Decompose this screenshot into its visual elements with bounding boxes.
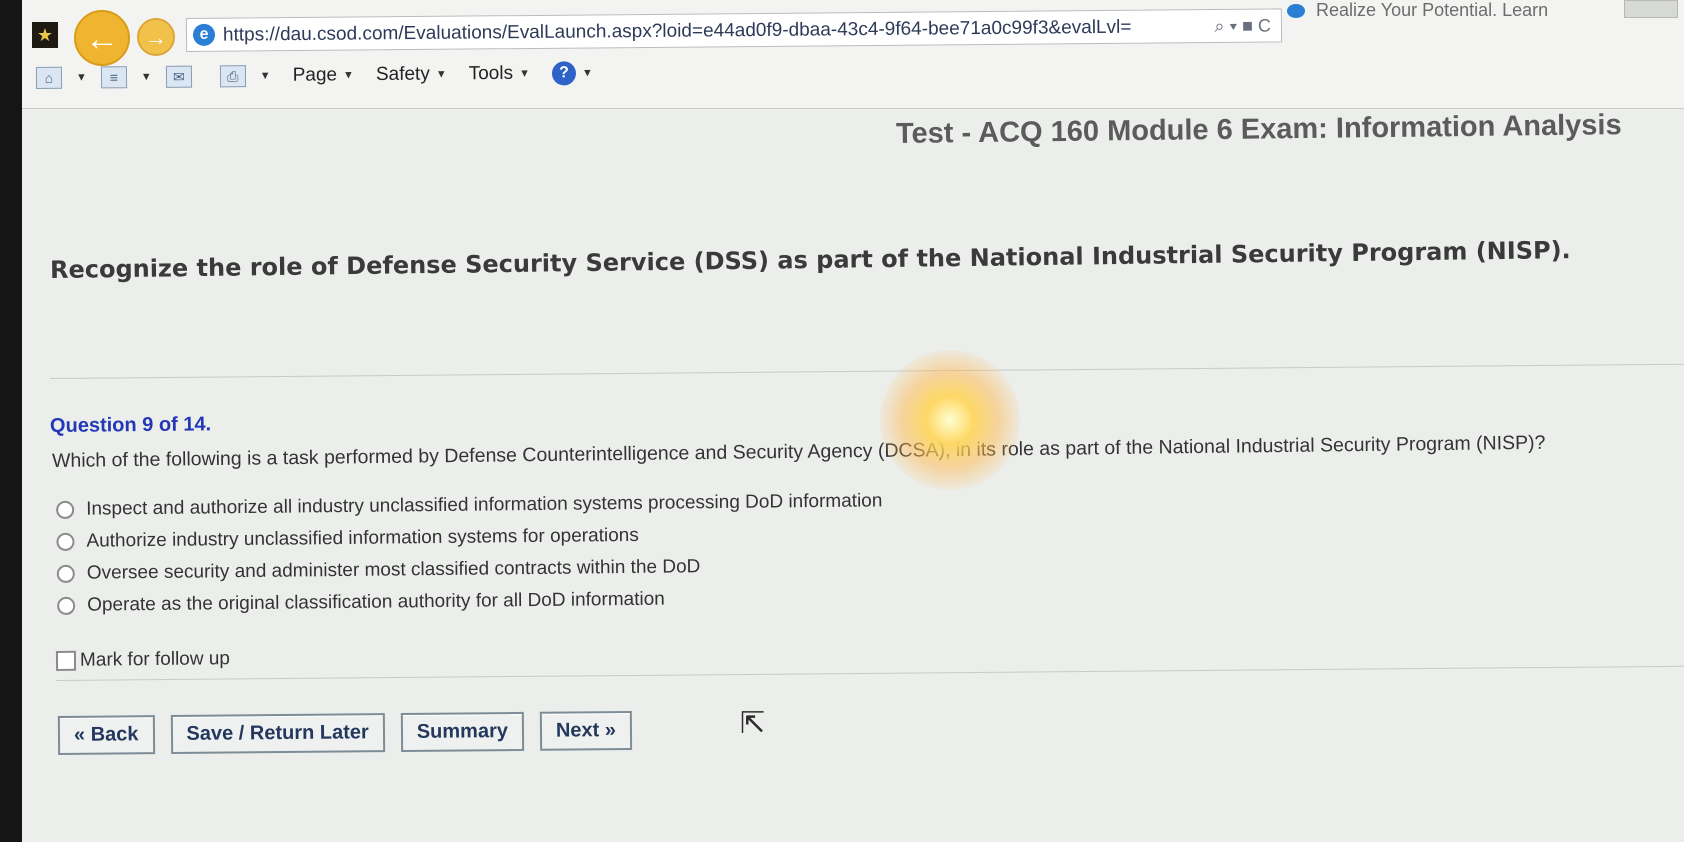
answer-label[interactable]: Inspect and authorize all industry uncla…: [86, 490, 882, 520]
tools-menu-label[interactable]: Tools: [469, 63, 514, 85]
help-icon[interactable]: ?: [551, 61, 577, 86]
tab-ie-icon: [1287, 4, 1305, 19]
print-icon[interactable]: ⎙: [219, 65, 246, 88]
page-title: Test - ACQ 160 Module 6 Exam: Informatio…: [895, 109, 1622, 150]
summary-button[interactable]: Summary: [400, 711, 525, 753]
answer-label[interactable]: Operate as the original classification a…: [87, 589, 665, 617]
question-number: Question 9 of 14.: [49, 413, 212, 437]
answer-label[interactable]: Authorize industry unclassified informat…: [86, 525, 639, 553]
follow-up-control[interactable]: Mark for follow up: [55, 648, 230, 672]
forward-arrow-icon: →: [145, 25, 167, 50]
save-return-later-button[interactable]: Save / Return Later: [170, 713, 385, 755]
next-button[interactable]: Next »: [539, 710, 633, 751]
follow-up-label[interactable]: Mark for follow up: [80, 648, 230, 672]
page-menu-label[interactable]: Page: [293, 64, 338, 86]
feeds-dropdown-icon[interactable]: ▼: [141, 71, 152, 83]
browser-tab-title[interactable]: Realize Your Potential. Learn: [1316, 0, 1548, 20]
answer-label[interactable]: Oversee security and administer most cla…: [87, 556, 701, 584]
army-star-icon: ★: [32, 22, 58, 48]
radio-button[interactable]: [56, 500, 75, 519]
back-arrow-icon: ←: [85, 20, 119, 58]
radio-button[interactable]: [56, 532, 75, 551]
home-dropdown-icon[interactable]: ▼: [76, 72, 87, 84]
tools-menu-caret-icon: ▼: [518, 67, 530, 80]
address-controls[interactable]: ⌕ ▾ ■ C: [1214, 16, 1271, 37]
page-menu-caret-icon: ▼: [342, 69, 354, 82]
screen-glare: [880, 350, 1020, 490]
feeds-icon[interactable]: ≡: [100, 66, 127, 89]
radio-button[interactable]: [56, 564, 75, 583]
mouse-cursor-icon: ⇱: [740, 707, 766, 740]
answer-options: Inspect and authorize all industry uncla…: [56, 486, 884, 623]
browser-tab[interactable]: Realize Your Potential. Learn: [1287, 0, 1587, 20]
tools-menu[interactable]: Tools ▼: [469, 63, 530, 86]
section-divider: [49, 363, 1684, 379]
safety-menu[interactable]: Safety ▼: [376, 63, 447, 86]
radio-button[interactable]: [57, 596, 76, 615]
print-dropdown-icon[interactable]: ▼: [260, 70, 271, 82]
learning-objective: Recognize the role of Defense Security S…: [49, 236, 1571, 284]
question-text: Which of the following is a task perform…: [51, 431, 1546, 472]
address-bar[interactable]: e https://dau.csod.com/Evaluations/EvalL…: [185, 8, 1283, 52]
window-control-box[interactable]: [1624, 0, 1678, 18]
safety-menu-label[interactable]: Safety: [376, 64, 430, 86]
browser-back-button[interactable]: ←: [74, 10, 130, 66]
browser-chrome: ★ ← → e https://dau.csod.com/Evaluations…: [22, 0, 1684, 109]
back-button[interactable]: « Back: [57, 715, 155, 755]
mail-icon[interactable]: ✉: [165, 65, 192, 88]
browser-forward-button[interactable]: →: [137, 18, 175, 56]
left-bezel: [0, 0, 22, 842]
home-icon[interactable]: ⌂: [35, 66, 63, 89]
navigation-actions: « Back Save / Return Later Summary Next …: [57, 710, 633, 755]
answer-option[interactable]: Operate as the original classification a…: [57, 582, 884, 621]
page-menu[interactable]: Page ▼: [293, 64, 354, 87]
command-bar: ⌂ ▼ ≡ ▼ ✉ ⎙ ▼ Page ▼ Safety ▼ Tools ▼ ? …: [35, 48, 1636, 94]
help-menu[interactable]: ? ▼: [551, 61, 593, 86]
internet-explorer-icon: e: [192, 23, 216, 46]
button-divider: [55, 665, 1684, 681]
help-menu-caret-icon: ▼: [581, 67, 593, 80]
safety-menu-caret-icon: ▼: [435, 68, 447, 81]
follow-up-checkbox[interactable]: [55, 650, 77, 671]
url-text[interactable]: https://dau.csod.com/Evaluations/EvalLau…: [223, 17, 1132, 47]
